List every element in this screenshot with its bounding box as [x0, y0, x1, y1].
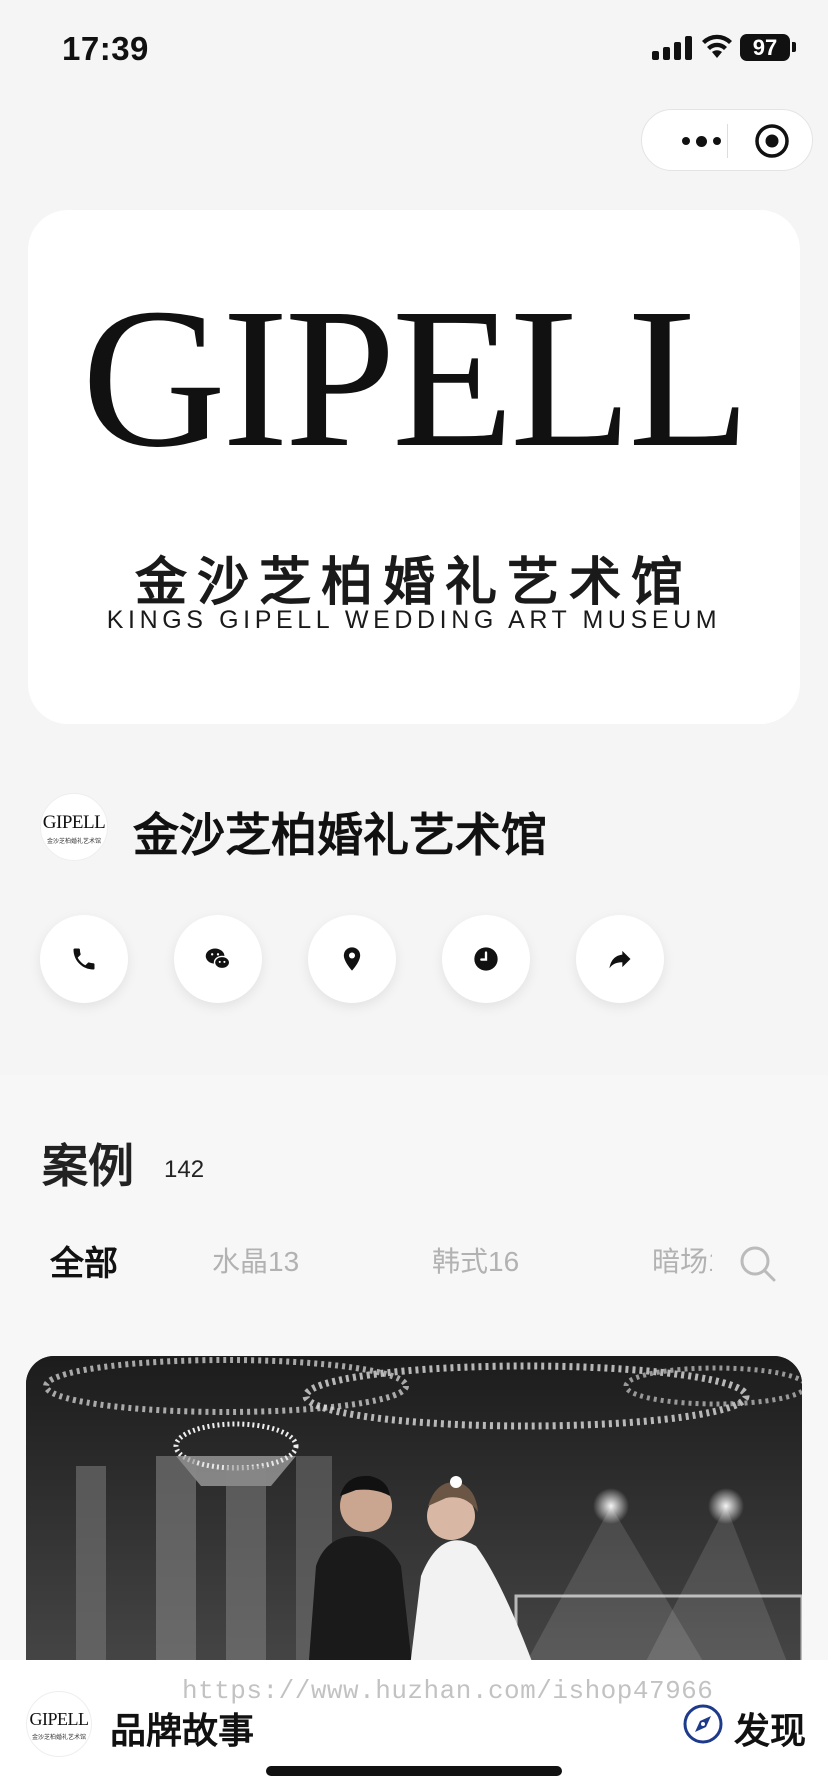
bottom-avatar-sub-text: 金沙芝柏婚礼艺术馆: [31, 1735, 86, 1741]
wechat-icon: [205, 948, 231, 970]
tab-dark-venue[interactable]: 暗场1: [652, 1240, 712, 1280]
home-indicator[interactable]: [266, 1766, 562, 1776]
clock-icon: [474, 947, 498, 971]
share-icon: [609, 950, 631, 969]
call-button[interactable]: [40, 915, 128, 1003]
phone-icon: [73, 948, 95, 970]
battery-indicator: 97: [740, 34, 790, 61]
signal-icon: [652, 36, 692, 60]
wedding-photo-image: [26, 1356, 802, 1700]
tab-dark-clip: 暗场1: [652, 1240, 712, 1286]
case-cover-photo[interactable]: [26, 1356, 802, 1700]
banner-chinese-name: 金沙芝柏婚礼艺术馆: [134, 554, 693, 612]
battery-tip: [792, 42, 796, 52]
wechat-button[interactable]: [174, 915, 262, 1003]
avatar-sub-text: 金沙芝柏婚礼艺术馆: [46, 839, 101, 845]
share-button[interactable]: [576, 915, 664, 1003]
cases-title: 案例: [42, 1140, 134, 1192]
bottom-avatar-logo-text: GIPELL: [29, 1709, 90, 1729]
close-miniprogram-icon[interactable]: [754, 123, 790, 159]
brand-name: 金沙芝柏婚礼艺术馆: [133, 809, 547, 861]
search-icon: [740, 1246, 776, 1282]
brand-story-button[interactable]: 品牌故事: [110, 1702, 254, 1754]
discover-button[interactable]: 发现: [734, 1702, 806, 1754]
location-icon: [343, 947, 361, 971]
cases-count: 142: [164, 1156, 205, 1183]
status-bar: 17:39 97: [0, 0, 828, 96]
hours-button[interactable]: [442, 915, 530, 1003]
watermark-text: https://www.huzhan.com/ishop47966: [182, 1676, 714, 1706]
status-time: 17:39: [62, 30, 149, 67]
brand-avatar[interactable]: GIPELL 金沙芝柏婚礼艺术馆: [40, 793, 108, 861]
tab-crystal[interactable]: 水晶13: [212, 1240, 299, 1280]
miniprogram-capsule: [641, 109, 813, 171]
bottom-brand-avatar[interactable]: GIPELL 金沙芝柏婚礼艺术馆: [26, 1691, 92, 1757]
case-search-button[interactable]: [712, 1240, 800, 1288]
location-button[interactable]: [308, 915, 396, 1003]
compass-icon[interactable]: [682, 1703, 724, 1745]
more-icon[interactable]: [666, 127, 736, 155]
action-buttons: [40, 915, 680, 1005]
case-filter-tabs: 全部 水晶13 韩式16 暗场1: [0, 1240, 828, 1290]
wifi-icon: [702, 34, 732, 58]
tab-all[interactable]: 全部: [50, 1236, 118, 1285]
brand-logo: GIPELL: [81, 268, 751, 489]
banner-english-name: KINGS GIPELL WEDDING ART MUSEUM: [106, 606, 722, 634]
tab-korean[interactable]: 韩式16: [432, 1240, 519, 1280]
capsule-divider: [727, 124, 728, 158]
brand-banner: GIPELL 金沙芝柏婚礼艺术馆 KINGS GIPELL WEDDING AR…: [28, 210, 800, 724]
avatar-logo-text: GIPELL: [42, 812, 106, 833]
